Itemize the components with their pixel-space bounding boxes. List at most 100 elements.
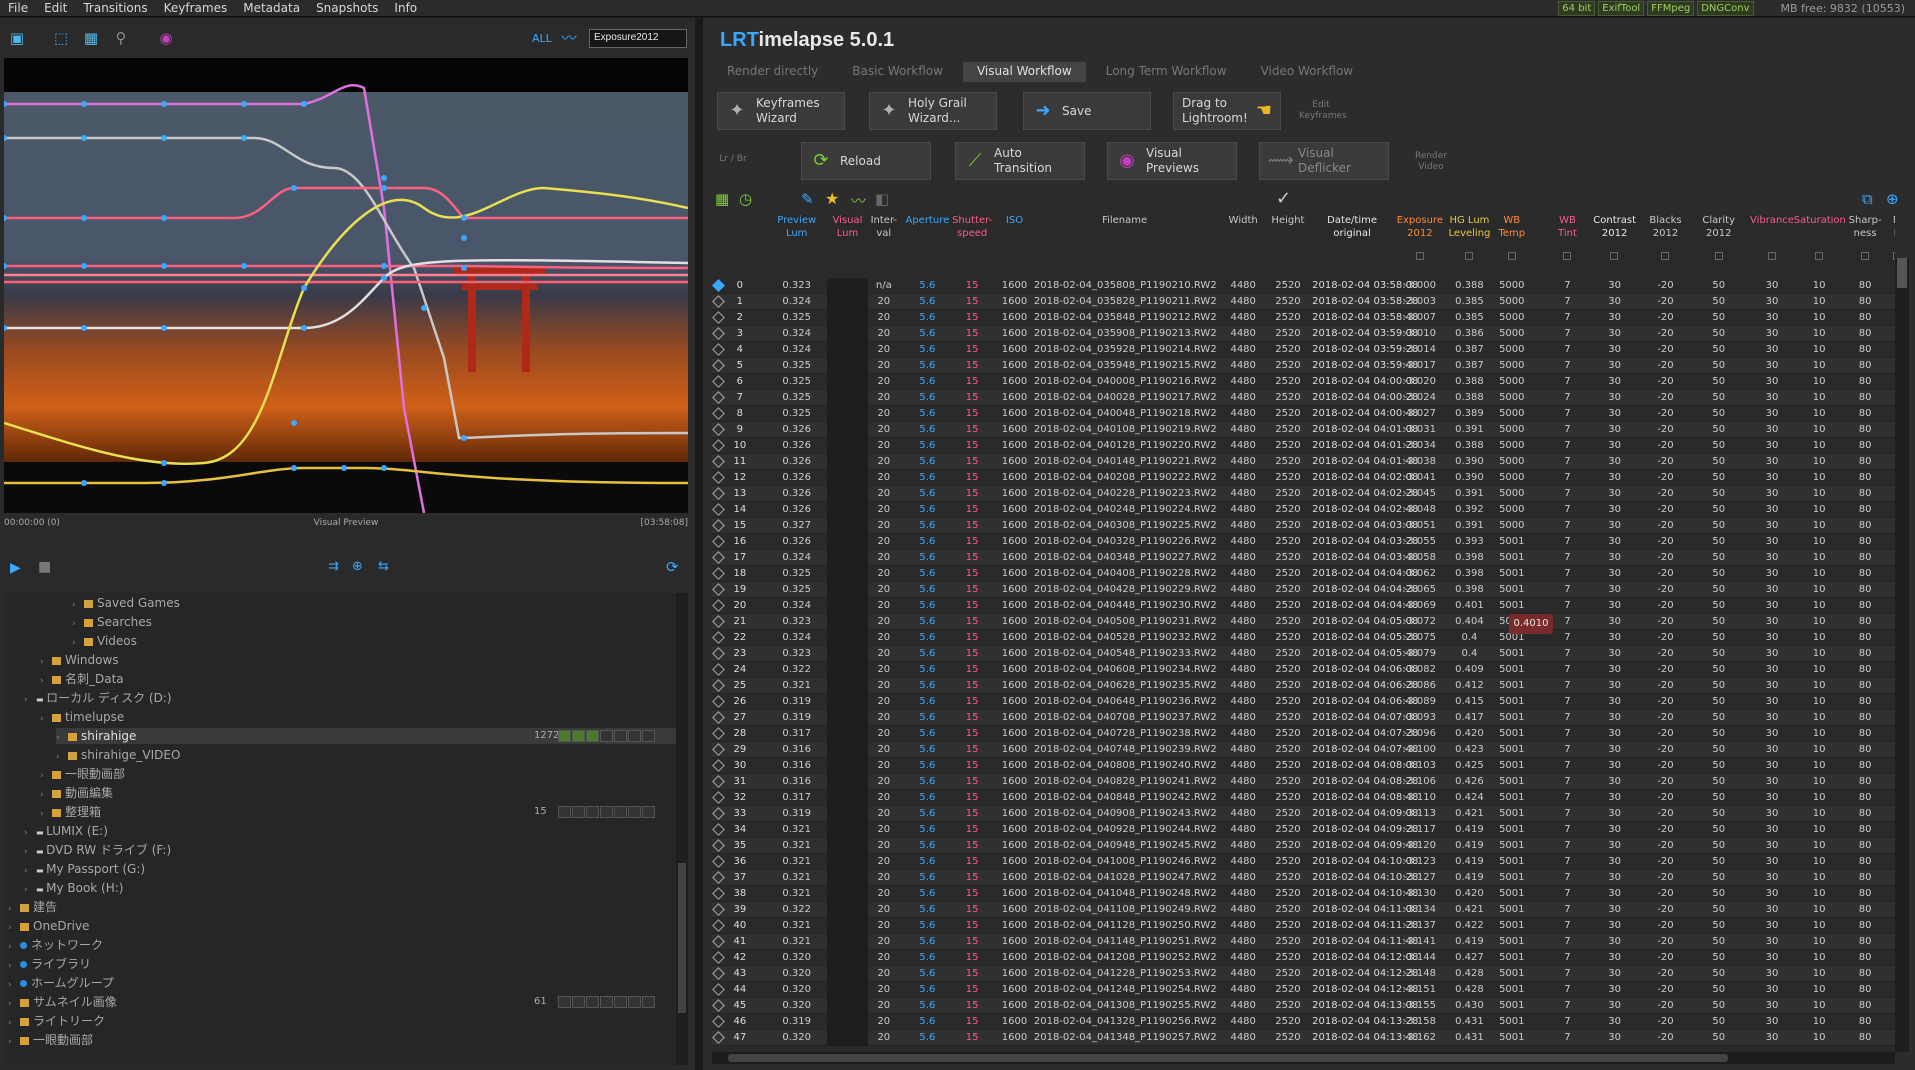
expand-arrow-icon[interactable]: ›	[40, 787, 52, 803]
tree-item[interactable]: › ▬ LUMIX (E:)	[24, 823, 108, 839]
tree-item[interactable]: › timelupse	[40, 709, 124, 725]
tree-item[interactable]: › shirahige_VIDEO	[56, 747, 180, 763]
expand-arrow-icon[interactable]: ›	[40, 768, 52, 784]
menu-snapshots[interactable]: Snapshots	[308, 1, 386, 15]
keyframe-diamond-icon[interactable]	[712, 1015, 725, 1028]
tab-video-workflow[interactable]: Video Workflow	[1247, 62, 1368, 82]
table-row[interactable]: 0 0.323 n/a 5.6 15 1600 2018-02-04_035808_P119…	[712, 278, 1895, 294]
table-row[interactable]: 18 0.325 20 5.6 15 1600 2018-02-04_040408_P119…	[712, 566, 1895, 582]
keyframe-diamond-icon[interactable]	[712, 583, 725, 596]
keyframe-marker-icon[interactable]: ⊕	[352, 559, 363, 574]
table-row[interactable]: 35 0.321 20 5.6 15 1600 2018-02-04_040948_P119…	[712, 838, 1895, 854]
column-checkbox[interactable]	[1860, 252, 1869, 260]
table-row[interactable]: 8 0.325 20 5.6 15 1600 2018-02-04_040048_P1190…	[712, 406, 1895, 422]
table-row[interactable]: 13 0.326 20 5.6 15 1600 2018-02-04_040228_P119…	[712, 486, 1895, 502]
keyframe-diamond-icon[interactable]	[712, 487, 725, 500]
keyframe-diamond-icon[interactable]	[712, 295, 725, 308]
keyframe-diamond-icon[interactable]	[712, 711, 725, 724]
column-header[interactable]: WB Tint	[1549, 214, 1585, 240]
menu-transitions[interactable]: Transitions	[75, 1, 155, 15]
column-header[interactable]: WB Temp	[1491, 214, 1532, 240]
tree-item[interactable]: › Saved Games	[72, 595, 180, 611]
column-checkbox[interactable]	[1714, 252, 1723, 260]
table-row[interactable]: 16 0.326 20 5.6 15 1600 2018-02-04_040328_P119…	[712, 534, 1895, 550]
add-keyframe-icon[interactable]: ⇉	[328, 559, 339, 574]
checkmark-icon[interactable]: ✓	[1276, 188, 1291, 209]
table-row[interactable]: 40 0.321 20 5.6 15 1600 2018-02-04_041128_P119…	[712, 918, 1895, 934]
keyframe-diamond-icon[interactable]	[712, 759, 725, 772]
table-row[interactable]: 37 0.321 20 5.6 15 1600 2018-02-04_041028_P119…	[712, 870, 1895, 886]
tree-item[interactable]: › ライブラリ	[8, 956, 91, 972]
expand-arrow-icon[interactable]: ›	[40, 673, 52, 689]
column-checkbox[interactable]	[1661, 252, 1670, 260]
download-icon[interactable]: ⊕	[1886, 190, 1899, 208]
expand-arrow-icon[interactable]: ›	[8, 920, 20, 936]
keyframe-diamond-icon[interactable]	[712, 311, 725, 324]
expand-arrow-icon[interactable]: ›	[24, 844, 36, 860]
remove-keyframe-icon[interactable]: ⇆	[378, 559, 389, 574]
tree-item[interactable]: › 一眼動画部	[40, 766, 125, 782]
expand-arrow-icon[interactable]: ›	[24, 863, 36, 879]
table-row[interactable]: 23 0.323 20 5.6 15 1600 2018-02-04_040548_P119…	[712, 646, 1895, 662]
keyframe-diamond-icon[interactable]	[712, 343, 725, 356]
keyframe-diamond-icon[interactable]	[712, 615, 725, 628]
column-header[interactable]: N L	[1889, 214, 1895, 240]
visual-preview[interactable]	[4, 58, 688, 513]
menu-file[interactable]: File	[0, 1, 36, 15]
table-row[interactable]: 19 0.325 20 5.6 15 1600 2018-02-04_040428_P119…	[712, 582, 1895, 598]
tree-item[interactable]: › 動画編集	[40, 785, 113, 801]
keyframe-diamond-icon[interactable]	[712, 471, 725, 484]
keyframe-diamond-icon[interactable]	[712, 727, 725, 740]
keyframe-diamond-icon[interactable]	[712, 791, 725, 804]
column-header[interactable]: Vibrance	[1747, 214, 1798, 227]
keyframe-diamond-icon[interactable]	[712, 391, 725, 404]
keyframe-diamond-icon[interactable]	[712, 455, 725, 468]
tree-item[interactable]: › サムネイル画像 61	[8, 994, 655, 1010]
table-row[interactable]: 39 0.322 20 5.6 15 1600 2018-02-04_041108_P119…	[712, 902, 1895, 918]
tree-item[interactable]: › ▬ My Passport (G:)	[24, 861, 145, 877]
keyframe-diamond-icon[interactable]	[712, 823, 725, 836]
menu-metadata[interactable]: Metadata	[235, 1, 308, 15]
expand-arrow-icon[interactable]: ›	[40, 654, 52, 670]
play-icon[interactable]: ▶	[10, 560, 21, 576]
column-header[interactable]: ISO	[998, 214, 1032, 227]
tab-long-term-workflow[interactable]: Long Term Workflow	[1092, 62, 1241, 82]
keyframe-diamond-icon[interactable]	[712, 695, 725, 708]
table-row[interactable]: 9 0.326 20 5.6 15 1600 2018-02-04_040108_P1190…	[712, 422, 1895, 438]
expand-arrow-icon[interactable]: ›	[8, 958, 20, 974]
refresh-icon[interactable]: ⟳	[666, 558, 679, 576]
tab-render-directly[interactable]: Render directly	[713, 62, 832, 82]
keyframe-diamond-icon[interactable]	[712, 807, 725, 820]
tree-item[interactable]: › Searches	[72, 614, 152, 630]
table-row[interactable]: 12 0.326 20 5.6 15 1600 2018-02-04_040208_P119…	[712, 470, 1895, 486]
column-header[interactable]: Sharp- ness	[1846, 214, 1885, 240]
table-row[interactable]: 42 0.320 20 5.6 15 1600 2018-02-04_041208_P119…	[712, 950, 1895, 966]
column-header[interactable]: HG Lum Leveling	[1444, 214, 1495, 240]
tab-visual-workflow[interactable]: Visual Workflow	[962, 62, 1086, 82]
keyframe-diamond-icon[interactable]	[712, 439, 725, 452]
table-row[interactable]: 45 0.320 20 5.6 15 1600 2018-02-04_041308_P119…	[712, 998, 1895, 1014]
save-button[interactable]: ➜ Save	[1023, 92, 1151, 130]
table-row[interactable]: 20 0.324 20 5.6 15 1600 2018-02-04_040448_P119…	[712, 598, 1895, 614]
visual-deflicker-button[interactable]: ⟿ Visual Deflicker	[1259, 142, 1389, 180]
table-row[interactable]: 22 0.324 20 5.6 15 1600 2018-02-04_040528_P119…	[712, 630, 1895, 646]
expand-arrow-icon[interactable]: ›	[40, 806, 52, 822]
column-header[interactable]: Height	[1265, 214, 1311, 227]
column-header[interactable]: Aperture	[903, 214, 951, 227]
column-checkbox[interactable]	[1610, 252, 1619, 260]
table-row[interactable]: 14 0.326 20 5.6 15 1600 2018-02-04_040248_P119…	[712, 502, 1895, 518]
holy-grail-wizard-button[interactable]: ✦ Holy Grail Wizard...	[869, 92, 997, 130]
tree-item[interactable]: › 名刺_Data	[40, 671, 124, 687]
keyframe-diamond-icon[interactable]	[712, 919, 725, 932]
table-row[interactable]: 31 0.316 20 5.6 15 1600 2018-02-04_040828_P119…	[712, 774, 1895, 790]
expand-arrow-icon[interactable]: ›	[8, 1034, 20, 1050]
table-row[interactable]: 10 0.326 20 5.6 15 1600 2018-02-04_040128_P119…	[712, 438, 1895, 454]
keyframe-diamond-icon[interactable]	[712, 535, 725, 548]
expand-arrow-icon[interactable]: ›	[72, 616, 84, 632]
column-checkbox[interactable]	[1465, 252, 1474, 260]
table-row[interactable]: 30 0.316 20 5.6 15 1600 2018-02-04_040808_P119…	[712, 758, 1895, 774]
tree-item[interactable]: › ネットワーク	[8, 937, 103, 953]
keyframe-diamond-icon[interactable]	[712, 839, 725, 852]
keyframe-diamond-icon[interactable]	[712, 967, 725, 980]
table-row[interactable]: 29 0.316 20 5.6 15 1600 2018-02-04_040748_P119…	[712, 742, 1895, 758]
